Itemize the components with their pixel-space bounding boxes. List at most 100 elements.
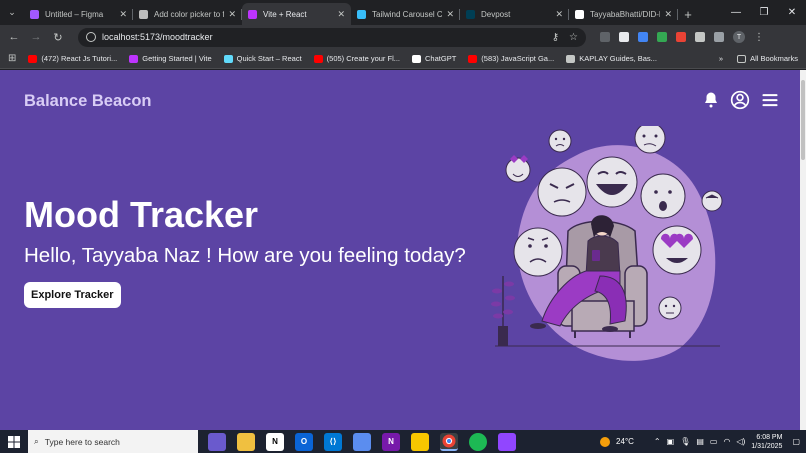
bookmark-label: (472) React Js Tutori... bbox=[41, 54, 118, 63]
minimize-icon[interactable]: — bbox=[722, 7, 750, 18]
close-window-icon[interactable]: ✕ bbox=[778, 7, 806, 18]
bookmark-label: ChatGPT bbox=[425, 54, 457, 63]
tab-search-icon[interactable]: ⌄ bbox=[0, 0, 24, 25]
notifications-icon[interactable]: ▢ bbox=[792, 437, 800, 446]
brand-logo[interactable]: Balance Beacon bbox=[24, 92, 151, 111]
wifi-icon[interactable]: ◠ bbox=[723, 437, 730, 446]
close-tab-icon[interactable]: ✕ bbox=[664, 9, 672, 20]
explore-tracker-button[interactable]: Explore Tracker bbox=[24, 282, 121, 308]
file-explorer-icon[interactable] bbox=[237, 432, 255, 451]
tab-favicon-icon bbox=[575, 9, 584, 19]
close-tab-icon[interactable]: ✕ bbox=[446, 9, 454, 20]
address-bar[interactable]: localhost:5173/moodtracker ⚷ ☆ bbox=[78, 27, 586, 47]
tab-favicon-icon bbox=[466, 9, 475, 19]
reload-icon[interactable]: ↻ bbox=[50, 31, 66, 44]
menu-icon[interactable] bbox=[760, 90, 780, 110]
taskbar-search[interactable]: ⌕ Type here to search bbox=[28, 430, 198, 453]
sticky-notes-icon[interactable] bbox=[411, 432, 429, 451]
extension-icon[interactable] bbox=[676, 32, 686, 42]
bookmark-item[interactable]: (583) JavaScript Ga... bbox=[468, 54, 554, 63]
close-tab-icon[interactable]: ✕ bbox=[337, 9, 345, 20]
profile-avatar[interactable]: T bbox=[733, 31, 745, 43]
browser-tab[interactable]: TayyabaBhatti/DID-Po ✕ bbox=[569, 3, 678, 25]
tray-device-icon[interactable]: ▤ bbox=[696, 437, 704, 446]
love-face-icon bbox=[505, 155, 531, 183]
search-placeholder: Type here to search bbox=[44, 436, 120, 447]
tray-app-icon[interactable]: ▣ bbox=[667, 437, 675, 446]
neutral-face-icon bbox=[658, 296, 682, 320]
bell-icon[interactable] bbox=[702, 91, 720, 109]
microphone-icon[interactable]: 🎙 bbox=[680, 437, 690, 446]
onenote-icon[interactable]: N bbox=[382, 432, 400, 451]
battery-icon[interactable]: ▭ bbox=[710, 437, 718, 446]
photos-icon[interactable] bbox=[353, 432, 371, 451]
notion-icon[interactable]: N bbox=[266, 432, 284, 451]
tab-title: Untitled – Figma bbox=[45, 9, 104, 19]
page-title: Mood Tracker bbox=[24, 194, 259, 235]
search-icon: ⌕ bbox=[34, 436, 39, 446]
greeting-text: Hello, Tayyaba Naz ! How are you feeling… bbox=[24, 244, 466, 267]
extension-icon[interactable] bbox=[657, 32, 667, 42]
site-info-icon[interactable] bbox=[86, 32, 96, 42]
outlook-icon[interactable]: O bbox=[295, 432, 313, 451]
user-circle-icon[interactable] bbox=[730, 90, 750, 110]
restore-icon[interactable]: ❐ bbox=[750, 7, 778, 18]
bookmark-item[interactable]: (472) React Js Tutori... bbox=[28, 54, 117, 63]
game-app-icon[interactable] bbox=[498, 432, 516, 451]
new-tab-button[interactable]: + bbox=[678, 3, 698, 25]
sidebar-panel-icon[interactable] bbox=[714, 32, 724, 42]
vscode-icon[interactable]: ⟨⟩ bbox=[324, 432, 342, 451]
surprised-face-icon bbox=[640, 173, 686, 219]
volume-icon[interactable]: ◁) bbox=[736, 437, 745, 446]
url-text[interactable]: localhost:5173/moodtracker bbox=[102, 32, 552, 42]
more-bookmarks-icon[interactable]: » bbox=[719, 54, 723, 63]
bookmark-item[interactable]: Quick Start – React bbox=[223, 54, 302, 63]
copilot-icon[interactable] bbox=[208, 432, 226, 451]
system-tray: 24°C ⌃ ▣ 🎙 ▤ ▭ ◠ ◁) 6:08 PM 1/31/2025 ▢ bbox=[600, 433, 806, 451]
weather-sun-icon[interactable] bbox=[600, 436, 611, 447]
browser-tab[interactable]: Tailwind Carousel Co ✕ bbox=[351, 3, 460, 25]
weather-temp[interactable]: 24°C bbox=[616, 437, 634, 446]
windows-start-icon[interactable] bbox=[0, 435, 28, 448]
angry-face-icon bbox=[537, 167, 587, 217]
puzzle-icon[interactable] bbox=[695, 32, 705, 42]
mood-tracker-page: Balance Beacon Mood Tracker Hello, Tayya… bbox=[0, 70, 800, 430]
browser-tab[interactable]: Add color picker to fo ✕ bbox=[133, 3, 242, 25]
bookmark-item[interactable]: (505) Create your Fl... bbox=[313, 54, 401, 63]
tab-title: Add color picker to fo bbox=[154, 9, 225, 19]
clock[interactable]: 6:08 PM 1/31/2025 bbox=[751, 433, 782, 451]
browser-tab[interactable]: Devpost ✕ bbox=[460, 3, 569, 25]
close-tab-icon[interactable]: ✕ bbox=[228, 9, 236, 20]
bookmark-favicon-icon bbox=[129, 54, 139, 63]
browser-tab[interactable]: Vite + React ✕ bbox=[242, 3, 351, 25]
spotify-icon[interactable] bbox=[469, 432, 487, 451]
heart-eyes-face-icon bbox=[652, 225, 702, 275]
extension-icon[interactable] bbox=[600, 32, 610, 42]
bookmark-label: Getting Started | Vite bbox=[142, 54, 212, 63]
worried-face-icon bbox=[513, 227, 563, 277]
apps-grid-icon[interactable]: ⊞ bbox=[8, 53, 16, 64]
bookmark-item[interactable]: KAPLAY Guides, Bas... bbox=[566, 54, 657, 63]
bookmark-label: (505) Create your Fl... bbox=[326, 54, 401, 63]
chevron-up-icon[interactable]: ⌃ bbox=[654, 437, 661, 446]
bookmark-item[interactable]: ChatGPT bbox=[412, 54, 456, 63]
page-scrollbar[interactable] bbox=[800, 70, 806, 430]
tab-favicon-icon bbox=[30, 9, 39, 19]
forward-icon[interactable]: → bbox=[28, 31, 44, 43]
extensions: T ⋮ bbox=[600, 31, 764, 43]
password-key-icon[interactable]: ⚷ bbox=[552, 32, 559, 43]
extension-icon[interactable] bbox=[619, 32, 629, 42]
extension-icon[interactable] bbox=[638, 32, 648, 42]
bookmark-star-icon[interactable]: ☆ bbox=[569, 32, 578, 43]
browser-tab[interactable]: Untitled – Figma ✕ bbox=[24, 3, 133, 25]
bookmark-favicon-icon bbox=[313, 54, 323, 63]
close-tab-icon[interactable]: ✕ bbox=[119, 9, 127, 20]
bookmark-item[interactable]: Getting Started | Vite bbox=[129, 54, 212, 63]
all-bookmarks[interactable]: All Bookmarks bbox=[737, 54, 798, 63]
chrome-icon[interactable] bbox=[440, 432, 458, 451]
close-tab-icon[interactable]: ✕ bbox=[555, 9, 563, 20]
more-menu-icon[interactable]: ⋮ bbox=[754, 32, 764, 43]
back-icon[interactable]: ← bbox=[6, 31, 22, 43]
bookmark-label: (583) JavaScript Ga... bbox=[481, 54, 555, 63]
tab-strip: ⌄ Untitled – Figma ✕ Add color picker to f… bbox=[0, 0, 806, 25]
